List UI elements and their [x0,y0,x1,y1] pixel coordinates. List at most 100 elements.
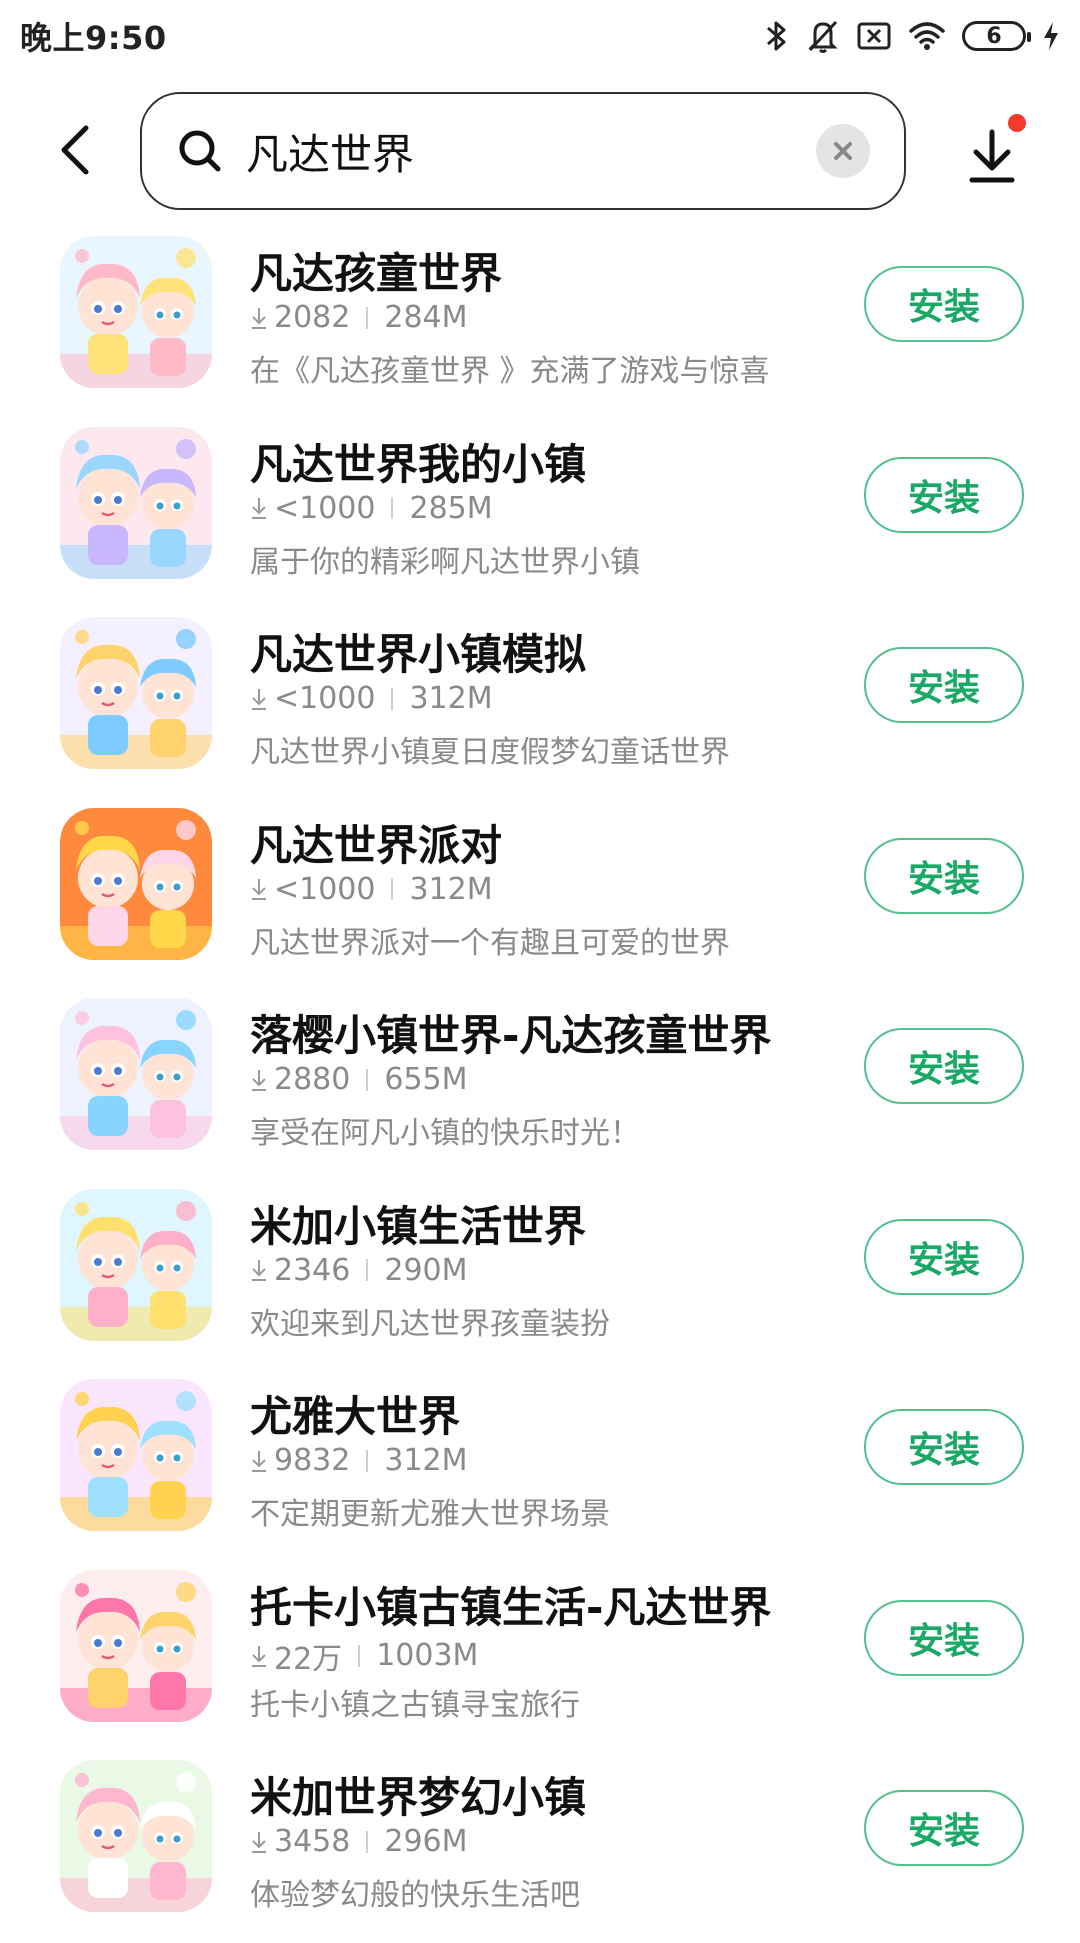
app-description: 享受在阿凡小镇的快乐时光！ [250,1116,640,1151]
app-name: 尤雅大世界 [250,1392,461,1441]
app-meta: 2346 290M [250,1253,468,1288]
list-item[interactable]: 米加世界梦幻小镇 3458 296M 体验梦幻般的快乐生活吧 安装 [0,1752,1080,1943]
status-bar: 晚上9:50 6 [0,0,1080,72]
list-item[interactable]: 尤雅大世界 9832 312M 不定期更新尤雅大世界场景 安装 [0,1371,1080,1562]
download-count: 2082 [274,300,351,335]
wifi-icon [908,21,946,51]
list-item[interactable]: 凡达孩童世界 2082 284M 在《凡达孩童世界 》充满了游戏与惊喜 安装 [0,228,1080,419]
search-header [0,88,1080,214]
app-description: 托卡小镇之古镇寻宝旅行 [250,1687,580,1723]
app-size: 312M [384,1443,468,1478]
app-meta: 2880 655M [250,1062,468,1097]
list-item[interactable]: 凡达世界小镇模拟 <1000 312M 凡达世界小镇夏日度假梦幻童话世界 安装 [0,609,1080,800]
app-size: 1003M [376,1638,479,1673]
app-description: 体验梦幻般的快乐生活吧 [250,1878,580,1913]
download-count: <1000 [274,681,376,716]
app-description: 凡达世界派对一个有趣且可爱的世界 [250,925,730,961]
meta-divider [366,1830,369,1853]
app-name: 凡达世界派对 [250,820,503,870]
install-button[interactable]: 安装 [864,647,1024,723]
app-description: 不定期更新尤雅大世界场景 [250,1497,610,1532]
app-meta: 9832 312M [250,1443,468,1478]
download-count-icon [252,1450,266,1472]
meta-divider [391,878,394,900]
download-count-icon [252,688,266,710]
install-button[interactable]: 安装 [864,1409,1024,1485]
app-icon[interactable] [60,1760,212,1912]
list-item[interactable]: 凡达世界我的小镇 <1000 285M 属于你的精彩啊凡达世界小镇 安装 [0,419,1080,610]
download-count: 22万 [274,1641,343,1677]
download-manager-button[interactable] [956,114,1028,194]
notification-dot [1008,114,1026,132]
app-description: 凡达世界小镇夏日度假梦幻童话世界 [250,735,730,770]
meta-divider [366,306,369,329]
download-count-icon [252,1645,266,1667]
app-meta: 22万 1003M [250,1634,478,1678]
meta-divider [366,1259,369,1281]
download-count-icon [252,1831,266,1853]
app-meta: 2082 284M [250,300,468,335]
download-count-icon [252,307,266,329]
app-icon[interactable] [60,998,212,1150]
app-name: 凡达世界小镇模拟 [250,630,587,679]
list-item[interactable]: 凡达世界派对 <1000 312M 凡达世界派对一个有趣且可爱的世界 安装 [0,800,1080,991]
mute-icon [806,18,840,54]
clear-search-button[interactable] [816,124,870,178]
list-item[interactable]: 托卡小镇古镇生活-凡达世界 22万 1003M 托卡小镇之古镇寻宝旅行 安装 [0,1562,1080,1753]
download-count: 2346 [274,1252,351,1288]
app-size: 312M [409,681,493,716]
app-name: 米加小镇生活世界 [250,1201,587,1251]
app-icon[interactable] [60,1379,212,1531]
search-box[interactable] [140,92,906,210]
app-icon[interactable] [60,617,212,769]
download-count-icon [252,879,266,900]
meta-divider [391,687,394,710]
install-button[interactable]: 安装 [864,266,1024,342]
download-count: <1000 [274,871,376,907]
install-button[interactable]: 安装 [864,1218,1024,1295]
search-input[interactable] [246,126,816,176]
app-size: 296M [384,1824,468,1859]
app-meta: <1000 312M [250,872,493,907]
back-button[interactable] [44,118,108,182]
install-button[interactable]: 安装 [864,1790,1024,1866]
app-meta: 3458 296M [250,1824,468,1859]
app-size: 290M [384,1252,468,1288]
app-icon[interactable] [60,807,212,960]
install-button[interactable]: 安装 [864,1599,1024,1676]
search-results-list: 凡达孩童世界 2082 284M 在《凡达孩童世界 》充满了游戏与惊喜 安装 凡… [0,228,1080,1943]
close-icon [834,142,852,160]
meta-divider [391,497,394,519]
app-icon[interactable] [60,1188,212,1341]
app-icon[interactable] [60,1569,212,1722]
app-name: 落樱小镇世界-凡达孩童世界 [250,1011,772,1060]
list-item[interactable]: 米加小镇生活世界 2346 290M 欢迎来到凡达世界孩童装扮 安装 [0,1181,1080,1372]
battery-icon: 6 [962,21,1031,51]
download-icon [969,129,1015,183]
app-name: 凡达世界我的小镇 [250,439,587,489]
charging-icon [1042,20,1060,52]
no-sim-icon [856,21,892,51]
app-size: 284M [384,300,468,335]
battery-level: 6 [986,23,1002,49]
app-meta: <1000 285M [250,491,493,526]
app-name: 凡达孩童世界 [250,249,503,298]
meta-divider [366,1068,369,1091]
download-count: 9832 [274,1443,351,1478]
install-button[interactable]: 安装 [864,837,1024,914]
app-meta: <1000 312M [250,681,493,716]
status-icons: 6 [764,18,1060,54]
app-size: 655M [384,1062,468,1097]
list-item[interactable]: 落樱小镇世界-凡达孩童世界 2880 655M 享受在阿凡小镇的快乐时光！ 安装 [0,990,1080,1181]
chevron-left-icon [61,125,89,175]
app-description: 属于你的精彩啊凡达世界小镇 [250,544,640,580]
app-size: 285M [409,490,493,526]
install-button[interactable]: 安装 [864,1028,1024,1104]
meta-divider [358,1644,361,1667]
app-size: 312M [409,871,493,907]
install-button[interactable]: 安装 [864,456,1024,533]
app-icon[interactable] [60,426,212,579]
bluetooth-icon [764,18,790,54]
download-count-icon [252,498,266,519]
app-icon[interactable] [60,236,212,388]
